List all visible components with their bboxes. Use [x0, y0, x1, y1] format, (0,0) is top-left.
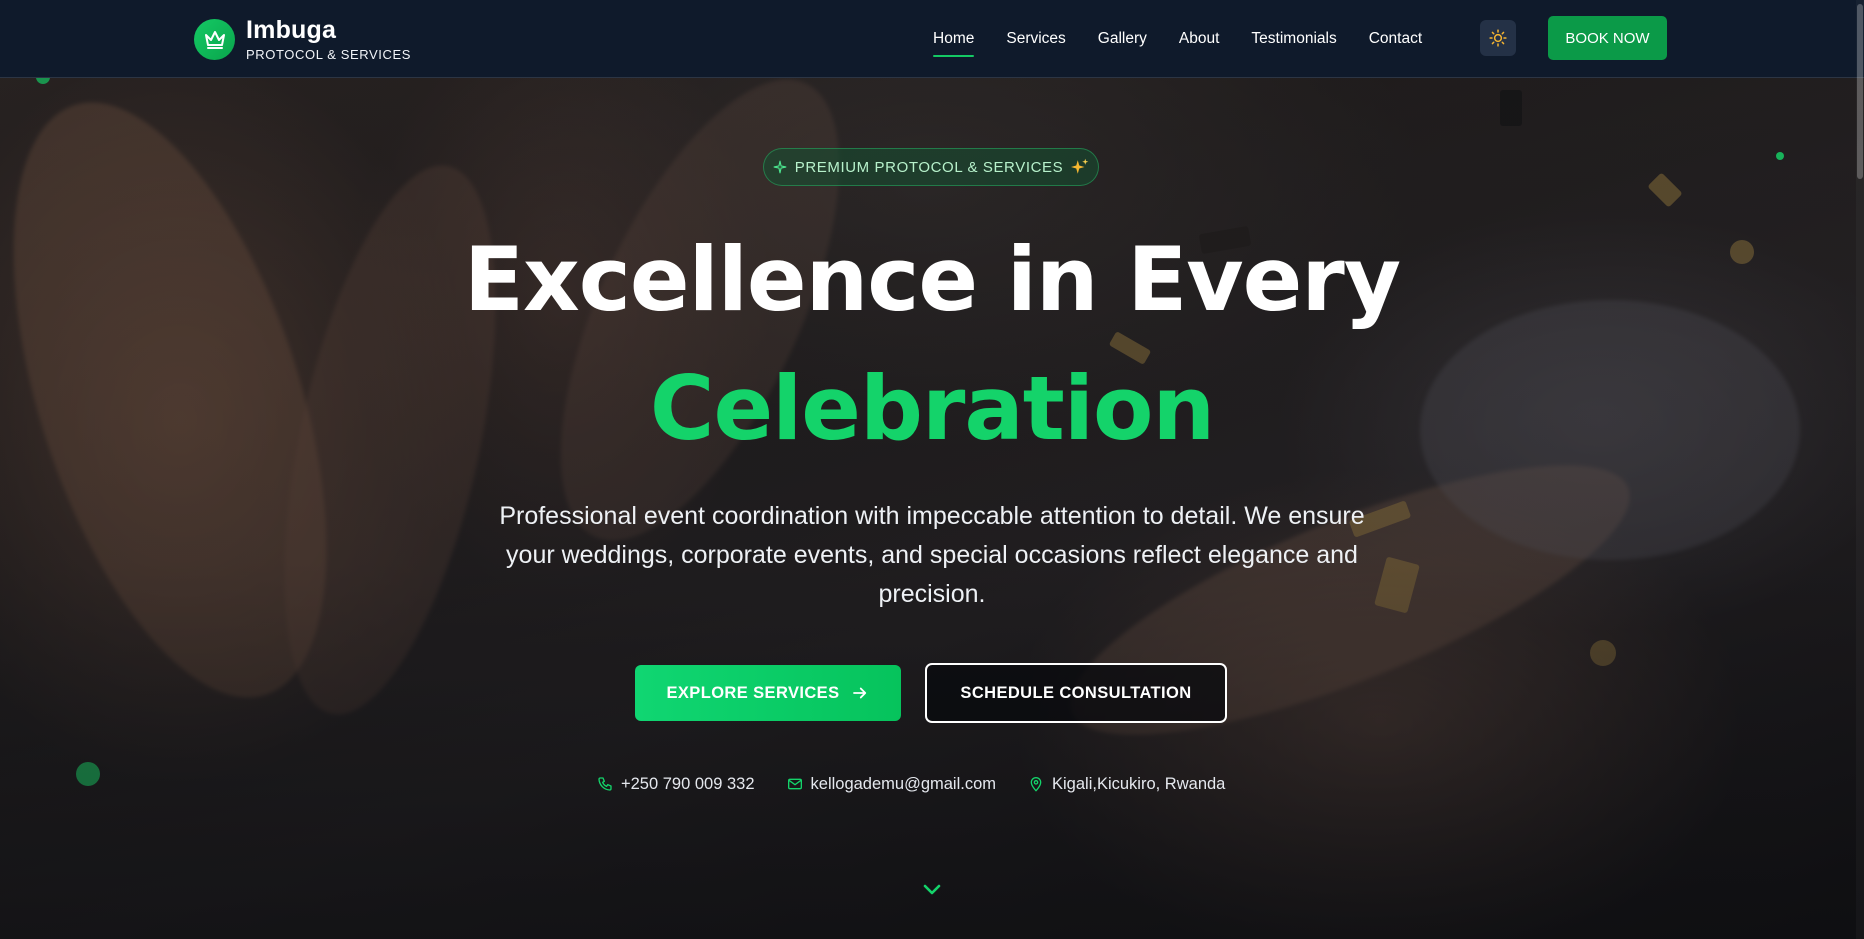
contact-phone[interactable]: +250 790 009 332: [597, 775, 755, 794]
nav-item-testimonials[interactable]: Testimonials: [1251, 22, 1336, 56]
mail-icon: [787, 778, 802, 790]
scroll-down-icon[interactable]: [920, 878, 944, 907]
contact-info: +250 790 009 332 kellogademu@gmail.com K…: [597, 772, 1257, 796]
navbar: Imbuga PROTOCOL & SERVICES Home Services…: [0, 0, 1864, 78]
crown-icon: [194, 19, 235, 60]
phone-icon: [598, 777, 612, 791]
hero-headline-line1: Excellence in Every: [463, 228, 1401, 331]
theme-toggle-button[interactable]: [1480, 20, 1516, 56]
book-now-button[interactable]: BOOK NOW: [1548, 16, 1667, 60]
arrow-right-icon: [853, 687, 867, 699]
contact-email[interactable]: kellogademu@gmail.com: [787, 774, 997, 794]
sparkle-icon: [773, 160, 787, 174]
contact-email-text: kellogademu@gmail.com: [810, 774, 997, 793]
hero-description: Professional event coordination with imp…: [499, 502, 1365, 608]
sun-icon: [1489, 29, 1507, 47]
nav-item-home[interactable]: Home: [933, 22, 975, 57]
brand-name: Imbuga: [246, 16, 337, 44]
brand-subtitle: PROTOCOL & SERVICES: [246, 47, 412, 62]
explore-services-button[interactable]: EXPLORE SERVICES: [635, 665, 901, 721]
nav-item-services[interactable]: Services: [1006, 22, 1065, 56]
premium-badge-label: PREMIUM PROTOCOL & SERVICES: [794, 158, 1064, 176]
scrollbar-thumb[interactable]: [1857, 4, 1863, 179]
schedule-consultation-button[interactable]: SCHEDULE CONSULTATION: [925, 663, 1227, 723]
sparkles-emoji-icon: [1071, 158, 1089, 174]
brand-logo[interactable]: Imbuga PROTOCOL & SERVICES: [194, 17, 411, 62]
explore-services-label: EXPLORE SERVICES: [666, 683, 840, 702]
contact-location-text: Kigali,Kicukiro, Rwanda: [1052, 774, 1226, 793]
contact-location[interactable]: Kigali,Kicukiro, Rwanda: [1028, 775, 1225, 794]
nav-item-gallery[interactable]: Gallery: [1098, 22, 1147, 56]
premium-badge: PREMIUM PROTOCOL & SERVICES: [763, 148, 1099, 186]
hero-section: PREMIUM PROTOCOL & SERVICES Excellence i…: [0, 78, 1864, 939]
contact-phone-text: +250 790 009 332: [621, 774, 755, 793]
page-scrollbar[interactable]: [1856, 0, 1864, 939]
nav-item-contact[interactable]: Contact: [1369, 22, 1422, 56]
hero-headline-line2: Celebration: [649, 357, 1215, 460]
nav-item-about[interactable]: About: [1179, 22, 1220, 56]
main-nav: Home Services Gallery About Testimonials…: [933, 0, 1454, 78]
map-pin-icon: [1030, 777, 1042, 792]
